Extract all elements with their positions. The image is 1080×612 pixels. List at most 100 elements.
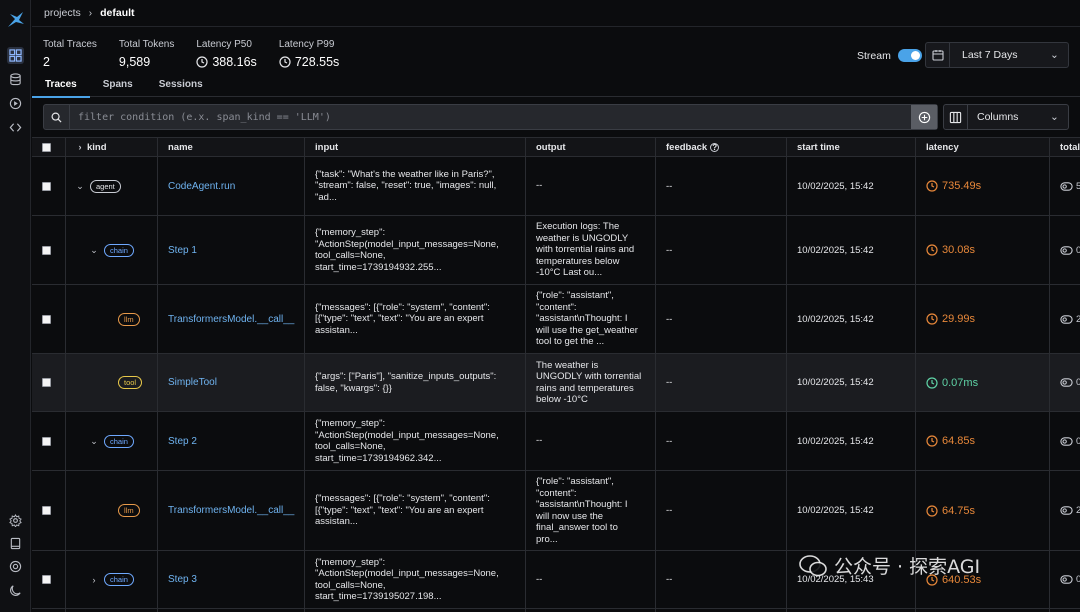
stat-label: Latency P50 [196, 39, 252, 50]
add-filter-button[interactable] [911, 105, 937, 129]
input-text: {"messages": [{"role": "system", "conten… [315, 493, 490, 528]
header-input[interactable]: input [305, 138, 526, 157]
filter-bar [43, 104, 938, 130]
clock-icon [926, 504, 938, 517]
span-name-link[interactable]: TransformersModel.__call__ [168, 505, 294, 516]
header-total-tokens[interactable]: total t [1050, 138, 1080, 157]
support-icon[interactable] [7, 558, 24, 575]
stats-bar: Total Traces 2 Total Tokens 9,589 Latenc… [43, 39, 361, 69]
span-name-link[interactable]: Step 2 [168, 436, 197, 447]
span-name-link[interactable]: Step 3 [168, 574, 197, 585]
date-range-select[interactable]: Last 7 Days ⌄ [925, 42, 1069, 68]
input-cell: {"memory_step": "ActionStep(model_input_… [305, 412, 526, 470]
total-cell: 24 [1050, 285, 1080, 353]
calendar-icon [926, 43, 950, 67]
table-row[interactable]: llm TransformersModel.__call__ {"message… [32, 285, 1080, 354]
tokens-icon [1060, 181, 1073, 191]
header-start-time[interactable]: start time [787, 138, 916, 157]
header-kind[interactable]: › kind [66, 138, 158, 157]
output-cell: -- [526, 551, 656, 608]
table-row[interactable]: ⌄ chain Step 1 {"memory_step": "ActionSt… [32, 216, 1080, 285]
columns-label: Columns [977, 111, 1019, 123]
filter-input[interactable] [70, 105, 911, 129]
tokens-icon [1060, 575, 1073, 584]
expand-all-icon[interactable]: › [76, 138, 84, 157]
breadcrumb-projects[interactable]: projects [44, 7, 81, 19]
table-row[interactable]: llm TransformersModel.__call__ {"message… [32, 471, 1080, 551]
header-output[interactable]: output [526, 138, 656, 157]
clock-icon [926, 313, 938, 325]
header-name[interactable]: name [158, 138, 305, 157]
database-icon[interactable] [7, 71, 24, 88]
kind-cell: ⌄ agent [66, 157, 158, 215]
settings-gear-icon[interactable] [7, 512, 24, 529]
start-time-text: 10/02/2025, 15:42 [797, 244, 874, 256]
row-checkbox[interactable] [42, 245, 51, 255]
code-icon[interactable] [7, 119, 24, 136]
clock-icon [196, 56, 208, 68]
latency-value: 735.49s [926, 180, 981, 192]
latency-text: 735.49s [942, 180, 982, 192]
row-checkbox[interactable] [42, 181, 51, 191]
breadcrumb: projects › default [44, 6, 135, 20]
expand-toggle-icon[interactable]: ⌄ [90, 245, 98, 256]
row-checkbox[interactable] [42, 378, 51, 387]
feedback-text: -- [666, 435, 673, 447]
total-tokens: 50 [1060, 180, 1080, 193]
name-cell: CodeAgent.run [158, 157, 305, 215]
arize-logo-icon[interactable] [6, 10, 26, 30]
feedback-cell: -- [656, 216, 787, 284]
select-cell [32, 216, 66, 284]
row-checkbox[interactable] [42, 314, 51, 324]
kind-wrap: ⌄ chain [76, 243, 134, 257]
table-row[interactable]: ⌄ agent CodeAgent.run {"task": "What's t… [32, 157, 1080, 216]
start-time-cell: 10/02/2025, 15:42 [787, 471, 916, 550]
total-tokens: 0 [1060, 573, 1080, 586]
tab-sessions[interactable]: Sessions [146, 76, 216, 97]
total-tokens-text: 0 [1076, 435, 1080, 447]
start-time-cell: 10/02/2025, 15:42 [787, 412, 916, 470]
stat-latency-p99: Latency P99 728.55s [279, 39, 339, 69]
header-feedback[interactable]: feedback? [656, 138, 787, 157]
select-cell [32, 551, 66, 608]
span-name-link[interactable]: Step 1 [168, 245, 197, 256]
columns-button[interactable]: Columns ⌄ [943, 104, 1069, 130]
span-name-link[interactable]: SimpleTool [168, 377, 217, 388]
table-row[interactable]: ⌄ chain Step 2 {"memory_step": "ActionSt… [32, 412, 1080, 471]
tab-spans[interactable]: Spans [90, 76, 146, 97]
select-all-header [32, 138, 66, 157]
stat-label: Total Traces [43, 39, 97, 50]
play-circle-icon[interactable] [7, 95, 24, 112]
name-cell: TransformersModel.__call__ [158, 471, 305, 550]
kind-cell: › chain [66, 551, 158, 608]
tab-traces[interactable]: Traces [32, 76, 90, 98]
select-all-checkbox[interactable] [42, 143, 51, 152]
clock-icon [926, 180, 938, 192]
stream-toggle[interactable] [897, 49, 922, 62]
clock-icon [926, 435, 938, 447]
start-time-text: 10/02/2025, 15:42 [797, 377, 874, 388]
expand-toggle-icon[interactable]: › [90, 575, 98, 585]
input-cell: {"memory_step": "ActionStep(model_input_… [305, 551, 526, 608]
stat-value-wrap: 388.16s [196, 55, 257, 69]
stat-value: 2 [43, 55, 50, 69]
span-name-link[interactable]: CodeAgent.run [168, 181, 235, 192]
input-text: {"memory_step": "ActionStep(model_input_… [315, 227, 499, 273]
stat-latency-p50: Latency P50 388.16s [196, 39, 256, 69]
expand-toggle-icon[interactable]: ⌄ [76, 181, 84, 192]
expand-toggle-icon[interactable]: ⌄ [90, 436, 98, 447]
header-latency[interactable]: latency [916, 138, 1050, 157]
moon-icon[interactable] [7, 582, 24, 599]
row-checkbox[interactable] [42, 436, 51, 446]
row-checkbox[interactable] [42, 506, 51, 515]
projects-grid-icon[interactable] [7, 47, 24, 64]
book-icon[interactable] [7, 535, 24, 552]
table-row[interactable]: tool SimpleTool {"args": ["Paris"], "san… [32, 354, 1080, 412]
tokens-icon [1060, 314, 1073, 324]
stat-value: 9,589 [118, 55, 151, 69]
row-checkbox[interactable] [42, 575, 51, 584]
stat-total-tokens: Total Tokens 9,589 [119, 39, 174, 69]
span-name-link[interactable]: TransformersModel.__call__ [168, 314, 294, 325]
stream-control: Stream [857, 49, 922, 62]
kind-cell: ⌄ chain [66, 216, 158, 284]
